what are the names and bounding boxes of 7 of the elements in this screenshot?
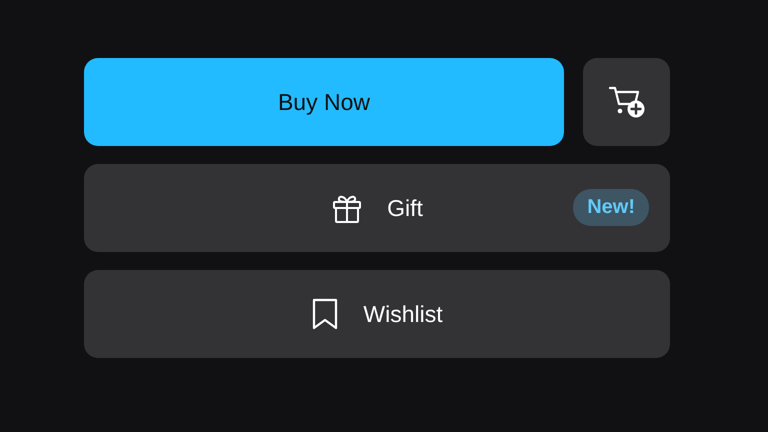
buy-now-button[interactable]: Buy Now — [84, 58, 564, 146]
bookmark-icon — [311, 298, 340, 330]
new-badge: New! — [573, 189, 649, 226]
add-to-cart-button[interactable] — [583, 58, 670, 146]
cart-plus-icon — [608, 84, 646, 120]
wishlist-button[interactable]: Wishlist — [84, 270, 670, 358]
gift-button[interactable]: Gift New! — [84, 164, 670, 252]
